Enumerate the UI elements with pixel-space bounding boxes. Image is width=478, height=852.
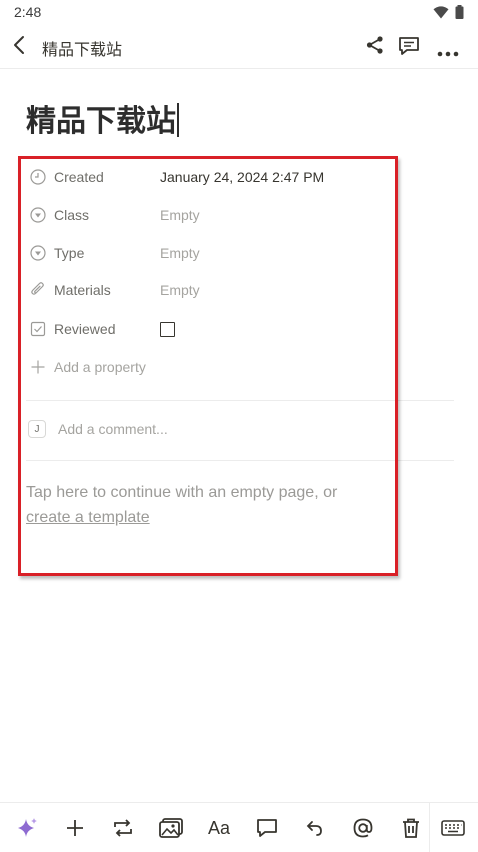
text-style-icon: Aa [207, 817, 231, 838]
topbar-divider [0, 68, 478, 69]
highlight-box [18, 156, 398, 576]
page-title[interactable]: 精品下载站 [26, 100, 179, 144]
undo-button[interactable] [302, 815, 328, 841]
trash-icon [403, 818, 419, 838]
status-time: 2:48 [14, 4, 42, 20]
delete-button[interactable] [398, 815, 424, 841]
toolbar-separator [429, 803, 430, 852]
add-block-button[interactable] [62, 815, 88, 841]
keyboard-icon [441, 820, 465, 836]
text-caret [177, 103, 179, 137]
share-icon [366, 36, 383, 54]
bottom-toolbar: Aa [0, 802, 478, 852]
text-style-button[interactable]: Aa [206, 815, 232, 841]
plus-icon [67, 820, 83, 836]
keyboard-button[interactable] [440, 815, 466, 841]
comment-button[interactable] [254, 815, 280, 841]
more-dots-icon [437, 51, 459, 57]
topbar-title: 精品下载站 [42, 40, 123, 59]
ai-sparkle-button[interactable] [14, 815, 40, 841]
insert-image-button[interactable] [158, 815, 184, 841]
undo-icon [306, 821, 322, 836]
turn-into-button[interactable] [110, 815, 136, 841]
mention-button[interactable] [350, 815, 376, 841]
turn-into-icon [114, 819, 132, 837]
share-button[interactable] [365, 35, 385, 59]
comments-button[interactable] [398, 35, 420, 61]
comment-icon [257, 819, 277, 837]
mention-icon [353, 818, 373, 838]
image-icon [159, 818, 183, 838]
battery-icon [455, 4, 464, 23]
page-title-text: 精品下载站 [26, 104, 176, 139]
wifi-icon [433, 4, 449, 23]
status-icons [433, 4, 464, 23]
comments-icon [399, 37, 419, 55]
sparkle-icon [18, 818, 37, 837]
more-options-button[interactable] [437, 42, 459, 61]
back-arrow-icon [14, 36, 24, 54]
back-button[interactable] [10, 33, 30, 61]
